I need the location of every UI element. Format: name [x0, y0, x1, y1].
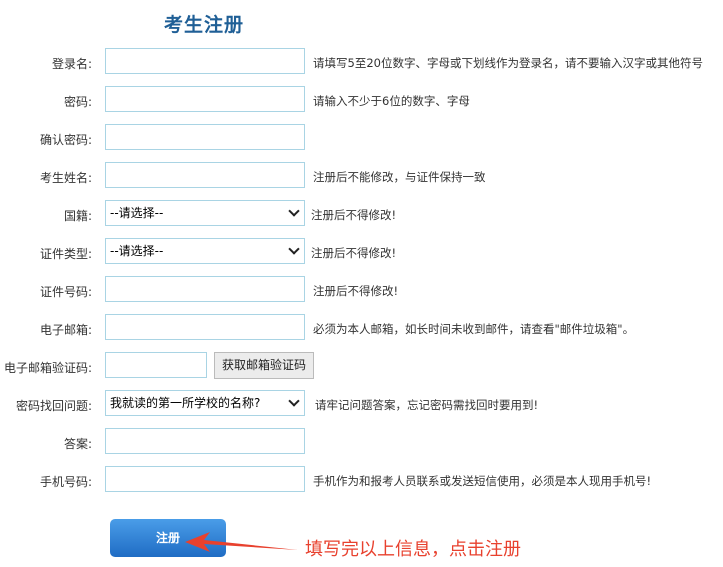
answer-label: 答案: — [63, 437, 92, 451]
security-question-hint: 请牢记问题答案，忘记密码需找回时要用到! — [315, 398, 539, 412]
nationality-hint: 注册后不得修改! — [311, 208, 397, 222]
login-name-input[interactable] — [105, 48, 305, 74]
name-input[interactable] — [105, 162, 305, 188]
answer-input[interactable] — [105, 428, 305, 454]
get-email-code-button[interactable]: 获取邮箱验证码 — [214, 352, 314, 379]
chevron-down-icon — [288, 395, 300, 407]
nationality-select[interactable]: --请选择-- — [105, 200, 305, 226]
nationality-label: 国籍: — [63, 209, 92, 223]
name-label: 考生姓名: — [39, 171, 92, 185]
security-question-select[interactable]: 我就读的第一所学校的名称? — [105, 390, 305, 416]
arrow-icon — [185, 532, 298, 552]
id-number-hint: 注册后不得修改! — [313, 284, 399, 298]
confirm-password-input[interactable] — [105, 124, 305, 150]
id-type-label: 证件类型: — [39, 247, 92, 261]
password-hint: 请输入不少于6位的数字、字母 — [313, 94, 470, 108]
instruction-annotation: 填写完以上信息，点击注册 — [305, 539, 521, 560]
id-type-hint: 注册后不得修改! — [311, 246, 397, 260]
page-title: 考生注册 — [164, 14, 245, 36]
password-input[interactable] — [105, 86, 305, 112]
confirm-password-label: 确认密码: — [39, 133, 92, 147]
phone-input[interactable] — [105, 466, 305, 492]
security-question-label: 密码找回问题: — [15, 399, 92, 413]
name-hint: 注册后不能修改，与证件保持一致 — [313, 170, 486, 184]
id-type-select[interactable]: --请选择-- — [105, 238, 305, 264]
login-name-hint: 请填写5至20位数字、字母或下划线作为登录名，请不要输入汉字或其他符号 — [313, 56, 703, 70]
id-number-input[interactable] — [105, 276, 305, 302]
id-type-select-value: --请选择-- — [110, 244, 164, 258]
chevron-down-icon — [288, 243, 300, 255]
email-hint: 必须为本人邮箱，如长时间未收到邮件，请查看"邮件垃圾箱"。 — [313, 322, 635, 336]
email-input[interactable] — [105, 314, 305, 340]
email-label: 电子邮箱: — [39, 323, 92, 337]
phone-label: 手机号码: — [39, 475, 92, 489]
email-code-label: 电子邮箱验证码: — [3, 361, 92, 375]
email-code-input[interactable] — [105, 352, 207, 378]
security-question-value: 我就读的第一所学校的名称? — [110, 396, 261, 410]
login-name-label: 登录名: — [51, 57, 92, 71]
phone-hint: 手机作为和报考人员联系或发送短信使用，必须是本人现用手机号! — [313, 474, 652, 488]
password-label: 密码: — [63, 95, 92, 109]
nationality-select-value: --请选择-- — [110, 206, 164, 220]
chevron-down-icon — [288, 205, 300, 217]
id-number-label: 证件号码: — [39, 285, 92, 299]
